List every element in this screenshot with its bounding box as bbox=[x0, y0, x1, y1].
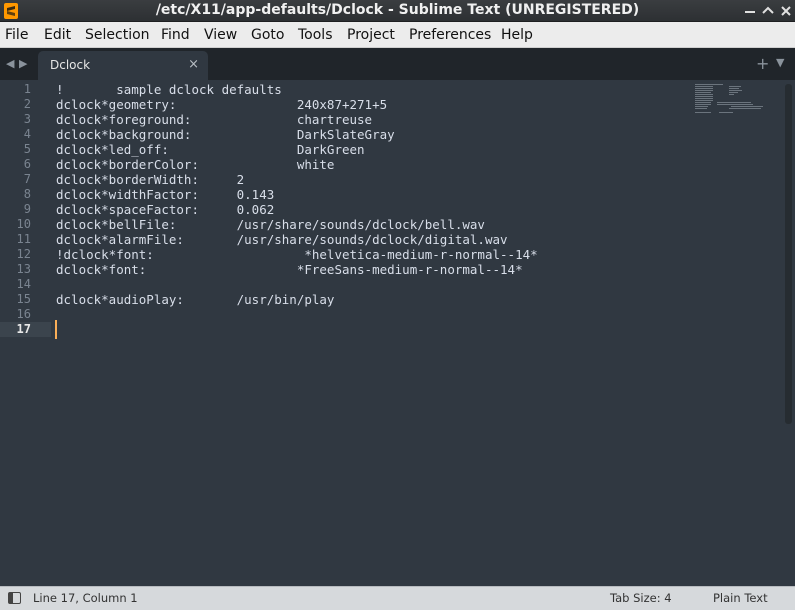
line-number: 1 bbox=[23, 82, 31, 96]
tab-close-icon[interactable]: × bbox=[188, 57, 199, 72]
code-line[interactable]: dclock*background: DarkSlateGray bbox=[56, 127, 395, 142]
text-caret bbox=[55, 320, 57, 339]
menu-selection[interactable]: Selection bbox=[85, 22, 150, 48]
line-number: 12 bbox=[16, 247, 31, 261]
menu-file[interactable]: File bbox=[5, 22, 28, 48]
menu-view[interactable]: View bbox=[204, 22, 237, 48]
line-number: 8 bbox=[23, 187, 31, 201]
close-icon[interactable] bbox=[778, 3, 794, 19]
line-number: 6 bbox=[23, 157, 31, 171]
menu-edit[interactable]: Edit bbox=[44, 22, 71, 48]
new-tab-icon[interactable]: + bbox=[756, 54, 769, 73]
code-line[interactable]: dclock*led_off: DarkGreen bbox=[56, 142, 365, 157]
code-line[interactable]: dclock*spaceFactor: 0.062 bbox=[56, 202, 274, 217]
minimize-icon[interactable] bbox=[742, 3, 758, 19]
editor-area[interactable]: 1 2 3 4 5 6 7 8 9 10 11 12 13 14 15 16 1… bbox=[0, 80, 795, 586]
line-number-active: 17 bbox=[16, 322, 31, 336]
line-number: 7 bbox=[23, 172, 31, 186]
line-number: 5 bbox=[23, 142, 31, 156]
minimap[interactable] bbox=[693, 82, 773, 114]
code-line[interactable]: dclock*borderColor: white bbox=[56, 157, 334, 172]
line-number: 14 bbox=[16, 277, 31, 291]
line-number-gutter: 1 2 3 4 5 6 7 8 9 10 11 12 13 14 15 16 1… bbox=[0, 80, 51, 586]
line-number: 4 bbox=[23, 127, 31, 141]
code-line[interactable]: dclock*widthFactor: 0.143 bbox=[56, 187, 274, 202]
code-line[interactable]: dclock*bellFile: /usr/share/sounds/dcloc… bbox=[56, 217, 485, 232]
code-line[interactable]: dclock*alarmFile: /usr/share/sounds/dclo… bbox=[56, 232, 508, 247]
menu-bar: File Edit Selection Find View Goto Tools… bbox=[0, 22, 795, 48]
line-number: 11 bbox=[16, 232, 31, 246]
tab-label: Dclock bbox=[50, 58, 91, 72]
vertical-scrollbar[interactable] bbox=[785, 84, 792, 424]
window-title: /etc/X11/app-defaults/Dclock - Sublime T… bbox=[155, 2, 640, 18]
line-number: 13 bbox=[16, 262, 31, 276]
line-number: 9 bbox=[23, 202, 31, 216]
line-number: 10 bbox=[16, 217, 31, 231]
tab-scroll-right-icon[interactable]: ▶ bbox=[19, 57, 27, 70]
menu-tools[interactable]: Tools bbox=[298, 22, 333, 48]
line-number: 3 bbox=[23, 112, 31, 126]
menu-help[interactable]: Help bbox=[501, 22, 533, 48]
line-number: 15 bbox=[16, 292, 31, 306]
code-line[interactable]: ! sample dclock defaults bbox=[56, 82, 282, 97]
line-number: 2 bbox=[23, 97, 31, 111]
menu-preferences[interactable]: Preferences bbox=[409, 22, 491, 48]
code-line[interactable]: !dclock*font: *helvetica-medium-r-normal… bbox=[56, 247, 538, 262]
tab-dclock[interactable]: Dclock × bbox=[38, 51, 208, 80]
cursor-position: Line 17, Column 1 bbox=[33, 591, 138, 605]
title-bar: /etc/X11/app-defaults/Dclock - Sublime T… bbox=[0, 0, 795, 22]
menu-project[interactable]: Project bbox=[347, 22, 395, 48]
code-line[interactable]: dclock*foreground: chartreuse bbox=[56, 112, 372, 127]
tab-scroll-left-icon[interactable]: ◀ bbox=[6, 57, 14, 70]
code-line[interactable]: dclock*font: *FreeSans-medium-r-normal--… bbox=[56, 262, 523, 277]
maximize-icon[interactable] bbox=[760, 3, 776, 19]
menu-goto[interactable]: Goto bbox=[251, 22, 284, 48]
tab-list-dropdown-icon[interactable]: ▼ bbox=[776, 56, 784, 69]
menu-find[interactable]: Find bbox=[161, 22, 190, 48]
status-bar: Line 17, Column 1 Tab Size: 4 Plain Text bbox=[0, 586, 795, 610]
panel-toggle-icon[interactable] bbox=[8, 592, 21, 604]
line-number: 16 bbox=[16, 307, 31, 321]
tab-size-selector[interactable]: Tab Size: 4 bbox=[610, 591, 672, 605]
syntax-selector[interactable]: Plain Text bbox=[713, 591, 768, 605]
code-line[interactable]: dclock*geometry: 240x87+271+5 bbox=[56, 97, 387, 112]
tab-bar: ◀ ▶ Dclock × + ▼ bbox=[0, 48, 795, 80]
code-line[interactable]: dclock*audioPlay: /usr/bin/play bbox=[56, 292, 334, 307]
code-line[interactable]: dclock*borderWidth: 2 bbox=[56, 172, 244, 187]
